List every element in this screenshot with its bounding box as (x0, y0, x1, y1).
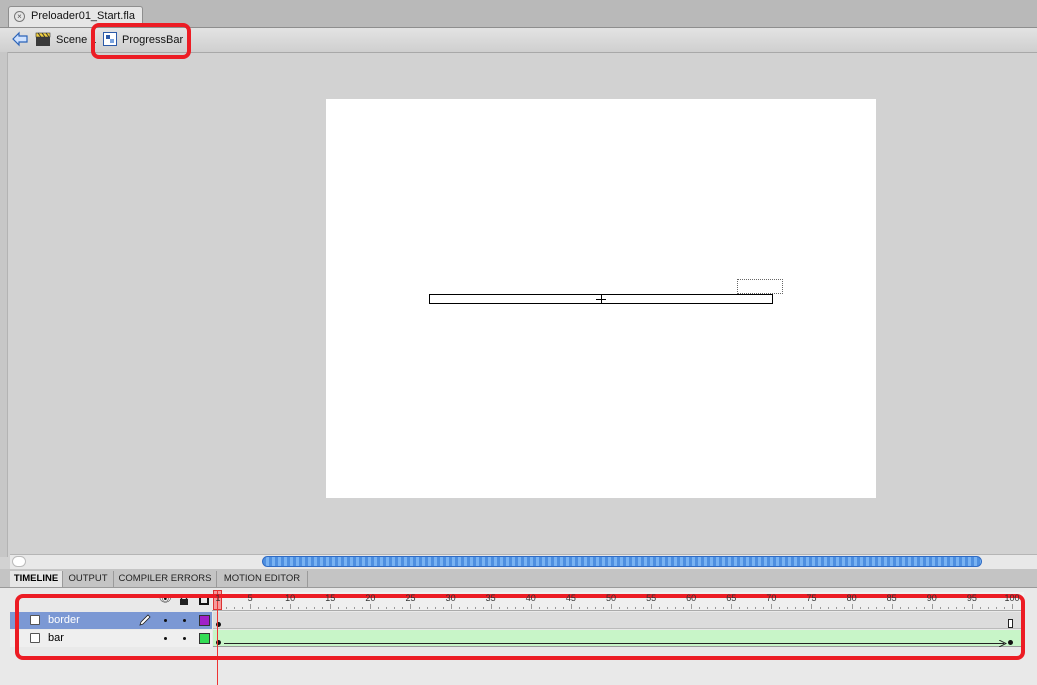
ruler-label-80: 80 (846, 593, 857, 603)
close-icon[interactable]: × (14, 11, 25, 22)
ruler-label-15: 15 (325, 593, 336, 603)
scrollbar-thumb[interactable] (262, 556, 982, 567)
ruler-label-65: 65 (726, 593, 737, 603)
tab-output[interactable]: OUTPUT (63, 571, 114, 587)
highlight-timeline-layers (15, 594, 1025, 660)
movieclip-symbol-icon (103, 32, 117, 46)
document-tab-title: Preloader01_Start.fla (31, 10, 135, 22)
tab-motion-editor[interactable]: MOTION EDITOR (217, 571, 308, 587)
ruler-label-20: 20 (365, 593, 376, 603)
ruler-label-75: 75 (806, 593, 817, 603)
ruler-label-90: 90 (926, 593, 937, 603)
ruler-label-85: 85 (886, 593, 897, 603)
tab-compiler-errors[interactable]: COMPILER ERRORS (114, 571, 217, 587)
scrollbar-left-cap[interactable] (12, 556, 26, 567)
breadcrumb-symbol[interactable]: ProgressBar (122, 32, 183, 49)
ruler-label-50: 50 (605, 593, 616, 603)
ruler-label-100: 100 (1004, 593, 1020, 603)
ruler-label-40: 40 (525, 593, 536, 603)
ruler-label-35: 35 (485, 593, 496, 603)
dynamic-text-box[interactable] (737, 279, 783, 294)
scene-icon (35, 32, 51, 46)
ruler-label-30: 30 (445, 593, 456, 603)
tab-timeline[interactable]: TIMELINE (10, 571, 63, 587)
ruler-label-1: 1 (215, 593, 221, 603)
ruler-label-5: 5 (247, 593, 253, 603)
ruler-label-55: 55 (646, 593, 657, 603)
ruler-label-25: 25 (405, 593, 416, 603)
ruler-label-95: 95 (966, 593, 977, 603)
left-panel-edge (0, 52, 8, 557)
registration-point-vertical (601, 294, 602, 304)
ruler-label-60: 60 (686, 593, 697, 603)
ruler-label-70: 70 (766, 593, 777, 603)
ruler-label-45: 45 (565, 593, 576, 603)
back-arrow-icon[interactable] (11, 31, 29, 47)
ruler-label-10: 10 (285, 593, 296, 603)
